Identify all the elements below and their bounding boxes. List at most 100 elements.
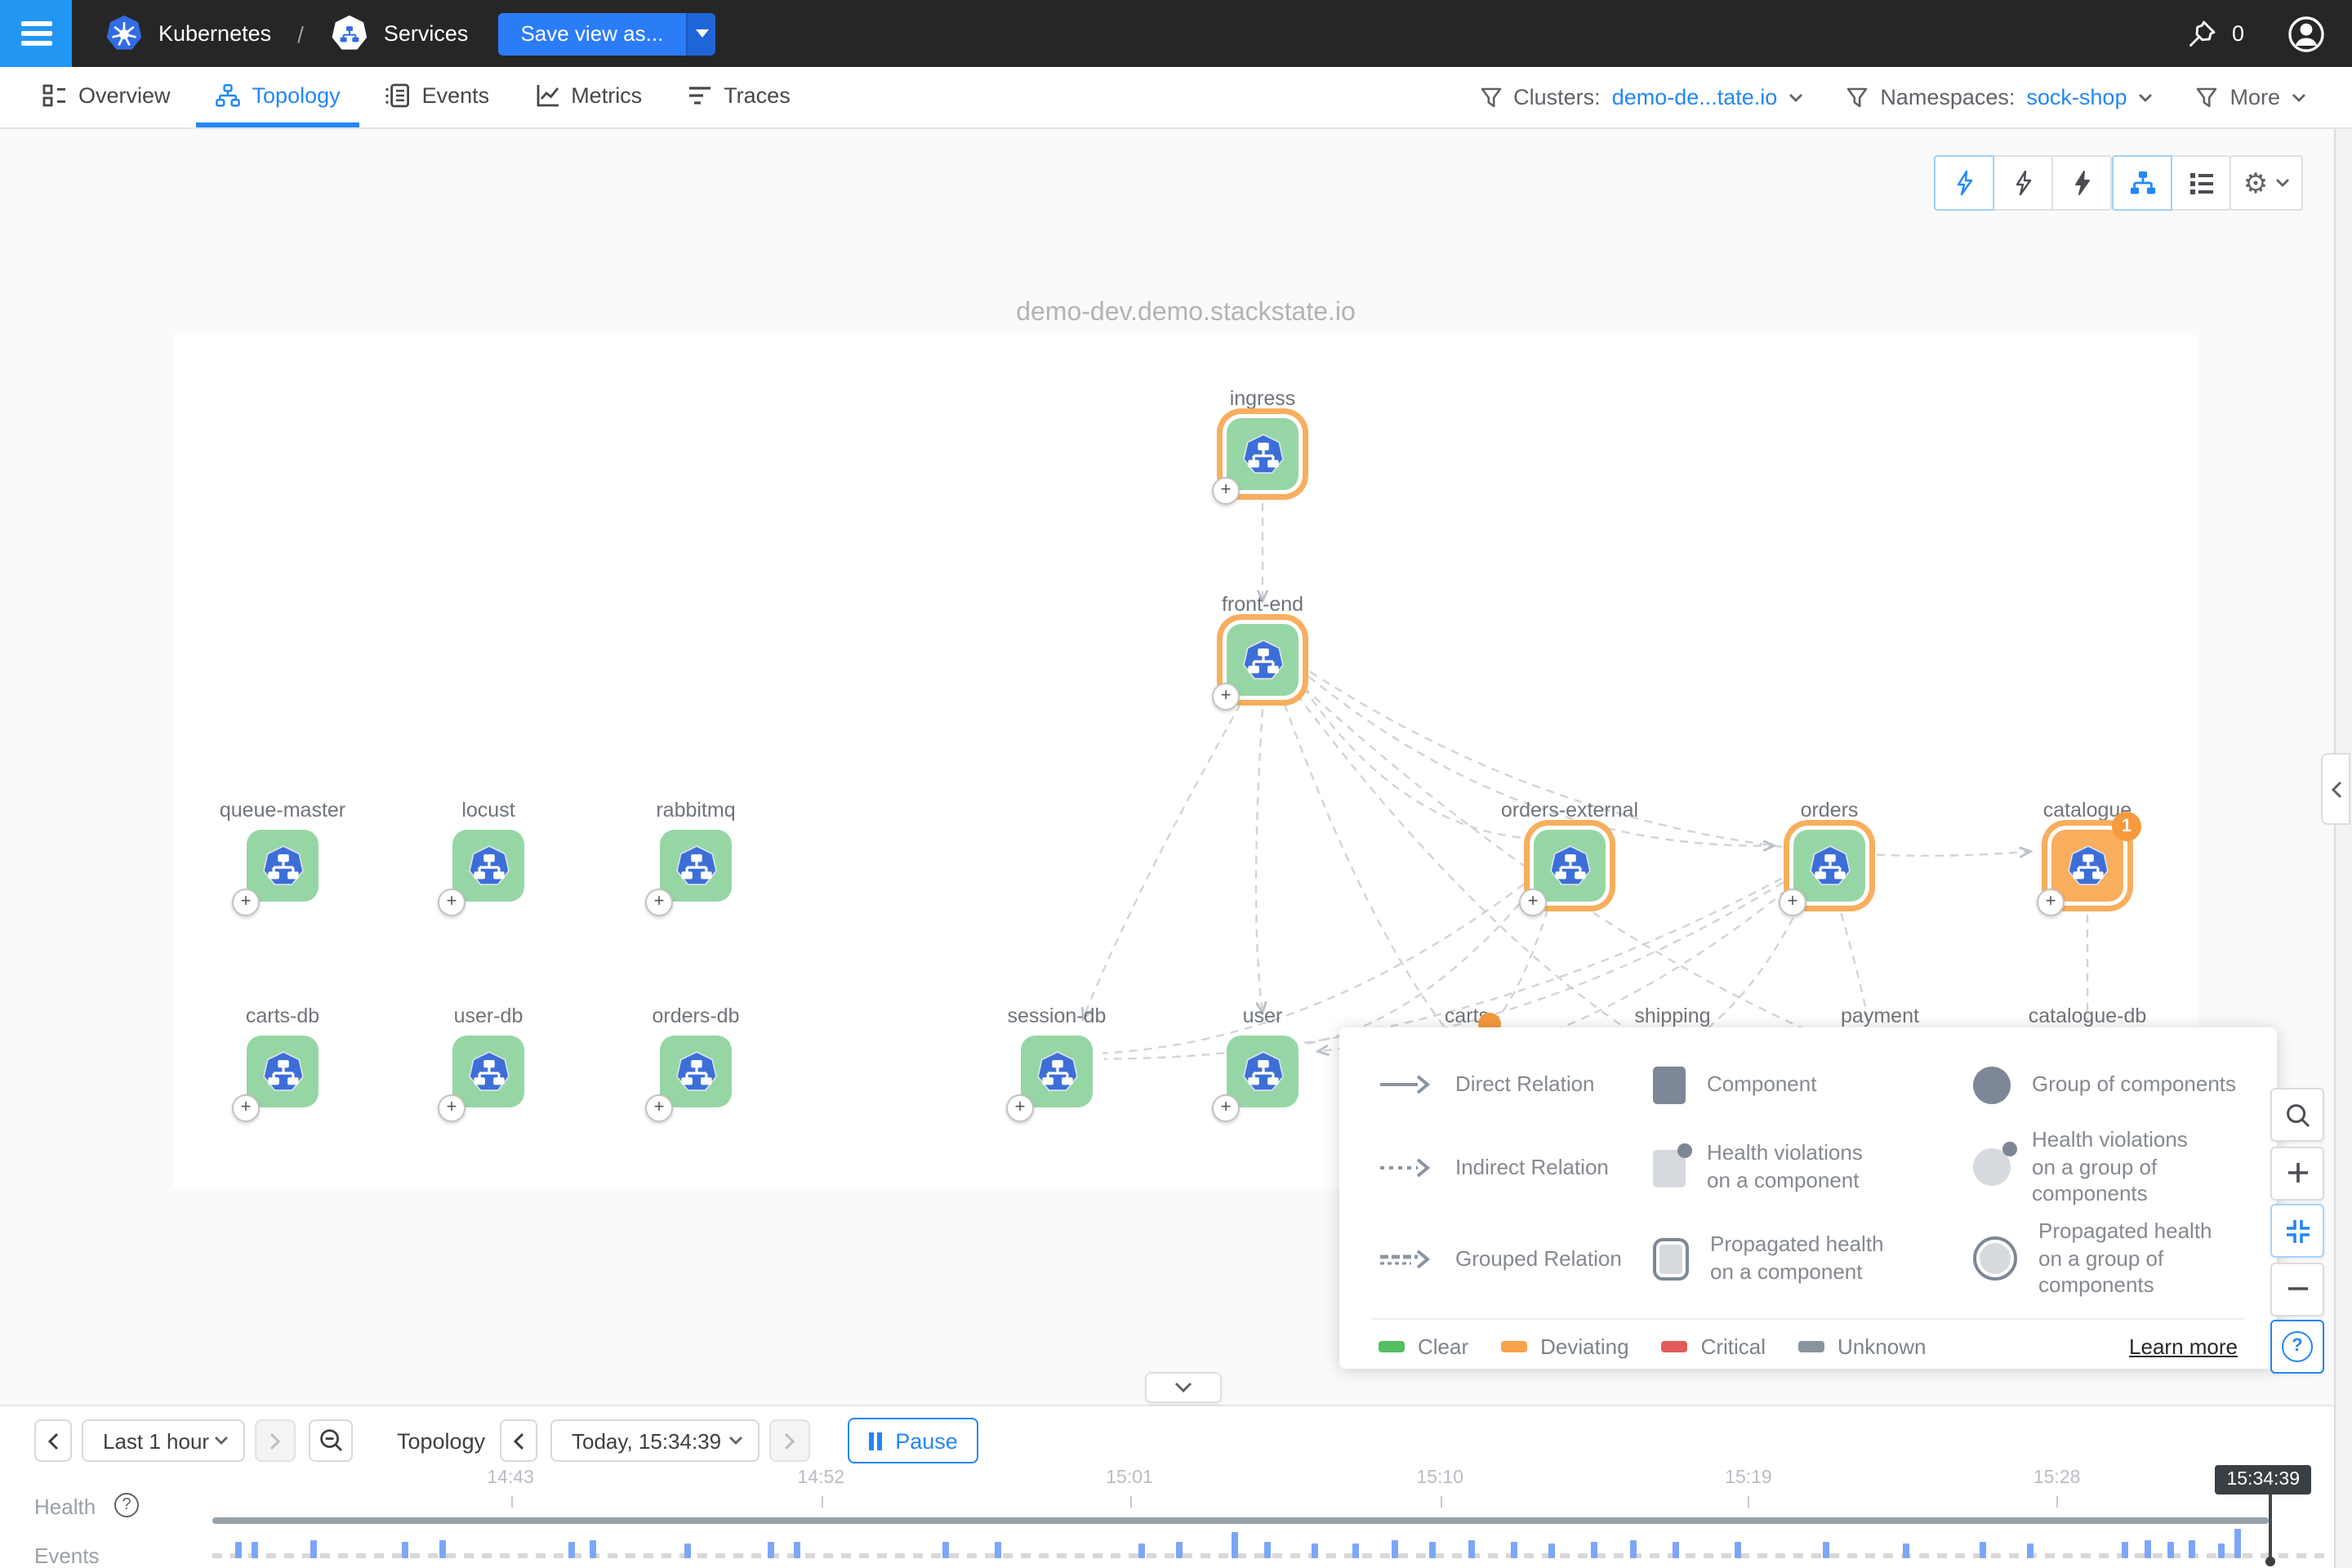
tab-events[interactable]: Events [367,67,510,127]
event-bar[interactable] [793,1542,800,1558]
topology-node-session-db[interactable]: + [1021,1036,1093,1107]
event-bar[interactable] [2218,1544,2225,1558]
date-previous-button[interactable] [500,1419,537,1462]
expand-node-button[interactable]: + [232,1094,260,1122]
event-bar[interactable] [2189,1540,2196,1558]
event-bar[interactable] [252,1542,259,1558]
learn-more-link[interactable]: Learn more [2129,1334,2238,1359]
timeline-zoom-out-button[interactable] [309,1419,353,1462]
pin-icon[interactable] [2186,17,2219,50]
event-bar[interactable] [684,1544,691,1558]
event-bar[interactable] [1591,1542,1597,1558]
topology-node-orders-external[interactable]: + [1534,830,1606,902]
topology-node-rabbitmq[interactable]: + [660,830,732,902]
event-bar[interactable] [943,1542,950,1558]
topology-node-carts-db[interactable]: + [247,1036,318,1107]
event-bar[interactable] [2167,1542,2173,1558]
save-view-as-button[interactable]: Save view as... [497,12,715,55]
topology-node-ingress[interactable]: + [1227,418,1298,490]
event-bar[interactable] [1428,1542,1435,1558]
expand-node-button[interactable]: + [438,1094,466,1122]
time-range-select[interactable]: Last 1 hour [82,1419,245,1462]
event-bar[interactable] [569,1542,576,1558]
expand-node-button[interactable]: + [1212,683,1240,710]
tab-topology[interactable]: Topology [197,67,360,127]
event-bar[interactable] [995,1542,1001,1558]
event-bar[interactable] [1264,1542,1271,1558]
expand-node-button[interactable]: + [1212,1094,1240,1122]
date-time-select[interactable]: Today, 15:34:39 [550,1419,760,1462]
root-cause-full-button[interactable] [2051,155,2112,211]
topology-node-front-end[interactable]: + [1227,624,1298,696]
range-next-button[interactable] [255,1419,296,1462]
expand-node-button[interactable]: + [1519,889,1547,916]
topology-node-orders-db[interactable]: + [660,1036,732,1107]
topology-node-queue-master[interactable]: + [247,830,318,902]
event-bar[interactable] [310,1540,316,1558]
collapse-timeline-button[interactable] [1145,1372,1222,1403]
event-bar[interactable] [2122,1542,2128,1558]
event-bar[interactable] [2144,1540,2150,1558]
event-bar[interactable] [590,1540,596,1558]
help-button[interactable]: ? [2270,1320,2324,1374]
event-bar[interactable] [1735,1542,1741,1558]
event-bar[interactable] [1904,1544,1910,1558]
menu-button[interactable] [0,0,72,67]
event-bar[interactable] [1392,1540,1398,1558]
event-bar[interactable] [1312,1544,1318,1558]
expand-right-panel-handle[interactable] [2321,753,2350,825]
event-bar[interactable] [1673,1542,1680,1558]
event-bar[interactable] [1175,1542,1182,1558]
expand-node-button[interactable]: + [2037,889,2065,916]
event-bar[interactable] [1352,1544,1359,1558]
pause-button[interactable]: Pause [848,1418,978,1463]
topology-node-catalogue[interactable]: +1 [2051,830,2123,902]
settings-button[interactable]: ⚙ [2230,155,2303,211]
topology-node-user-db[interactable]: + [452,1036,524,1107]
namespaces-filter[interactable]: Namespaces: sock-shop [1846,85,2153,109]
event-bar[interactable] [1824,1542,1830,1558]
tab-traces[interactable]: Traces [668,67,810,127]
expand-node-button[interactable]: + [232,889,260,916]
event-bar[interactable] [403,1542,409,1558]
list-view-button[interactable] [2171,155,2231,211]
topology-node-user[interactable]: + [1227,1036,1298,1107]
event-bar[interactable] [1548,1544,1554,1558]
event-bar[interactable] [2234,1529,2241,1558]
zoom-out-button[interactable] [2270,1262,2324,1316]
event-bar[interactable] [1511,1542,1517,1558]
expand-node-button[interactable]: + [1779,889,1806,916]
user-avatar[interactable] [2287,14,2326,53]
event-bar[interactable] [1138,1544,1145,1558]
health-help-icon[interactable]: ? [114,1493,139,1517]
zoom-in-button[interactable] [2270,1146,2324,1200]
event-bar[interactable] [1468,1540,1474,1558]
event-bar[interactable] [768,1542,775,1558]
range-previous-button[interactable] [34,1419,72,1462]
expand-node-button[interactable]: + [438,889,466,916]
time-cursor-dot[interactable] [2265,1557,2274,1566]
date-next-button[interactable] [769,1419,810,1462]
tab-overview[interactable]: Overview [23,67,190,127]
expand-node-button[interactable]: + [645,1094,673,1122]
event-bar[interactable] [236,1542,243,1558]
expand-node-button[interactable]: + [1212,477,1240,505]
event-bar[interactable] [1980,1542,1986,1558]
clusters-filter-value[interactable]: demo-de...tate.io [1612,85,1778,109]
expand-node-button[interactable]: + [645,889,673,916]
breadcrumb-services[interactable]: Services [384,21,469,46]
health-status-bar[interactable] [212,1517,2269,1524]
graph-view-button[interactable] [2112,155,2172,211]
event-bar[interactable] [2027,1544,2034,1558]
event-bar[interactable] [1231,1532,1237,1558]
topology-node-orders[interactable]: + [1793,830,1865,902]
event-bar[interactable] [1630,1540,1637,1558]
search-button[interactable] [2270,1088,2324,1142]
topology-node-locust[interactable]: + [452,830,524,902]
root-cause-only-button[interactable] [1993,155,2053,211]
expand-node-button[interactable]: + [1006,1094,1034,1122]
save-view-dropdown-caret[interactable] [686,12,715,55]
root-cause-show-button[interactable] [1934,155,1994,211]
time-cursor-line[interactable] [2269,1493,2271,1560]
breadcrumb-kubernetes[interactable]: Kubernetes [158,21,271,46]
